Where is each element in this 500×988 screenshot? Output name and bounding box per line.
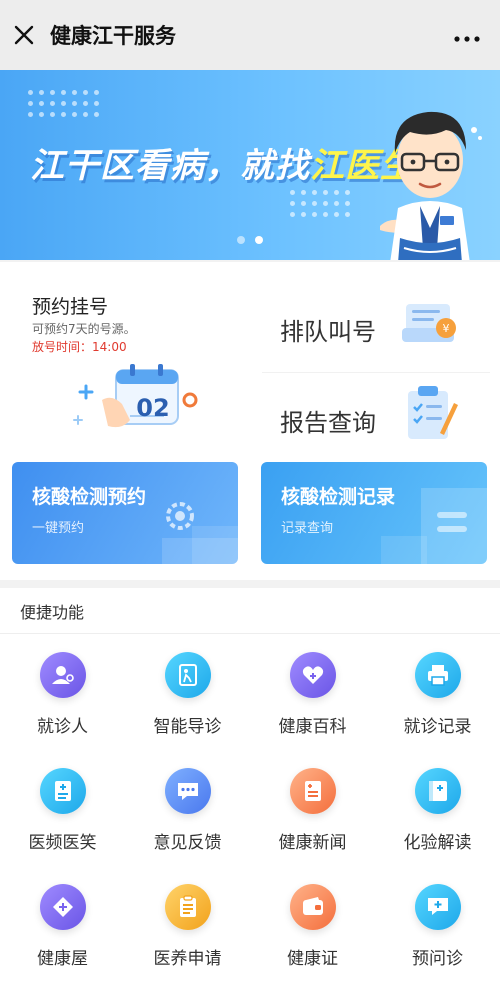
- report-query-card[interactable]: 报告查询: [262, 372, 490, 456]
- registration-title: 预约挂号: [32, 296, 109, 318]
- doctor-mascot-illustration: [380, 111, 482, 260]
- printer-icon: [414, 652, 461, 698]
- calendar-number: 02: [136, 394, 170, 422]
- quick-item-label: 预问诊: [412, 949, 463, 969]
- banner-dots-decoration: [28, 90, 99, 117]
- banner-slogan-text: 江干区看病，就找: [30, 146, 310, 186]
- quick-item-label: 意见反馈: [153, 833, 222, 853]
- quick-item-visit-records[interactable]: 就诊记录: [375, 634, 500, 750]
- queue-label: 排队叫号: [280, 318, 376, 346]
- quick-item-smart-guide[interactable]: 智能导诊: [125, 634, 250, 750]
- document-icon: [39, 768, 86, 814]
- quick-item-label: 就诊记录: [403, 717, 472, 737]
- wallet-icon: [289, 884, 336, 930]
- quick-item-label: 健康新闻: [278, 833, 347, 853]
- pager-dot[interactable]: [237, 236, 245, 244]
- banner-carousel[interactable]: 江干区看病，就找江医生: [0, 70, 500, 260]
- quick-item-label: 智能导诊: [153, 717, 222, 737]
- news-icon: [289, 768, 336, 814]
- test-book-icon: [414, 768, 461, 814]
- consult-icon: [414, 884, 461, 930]
- banner-slogan: 江干区看病，就找江医生: [30, 138, 415, 187]
- more-icon[interactable]: [454, 24, 480, 44]
- covid-test-record-card[interactable]: 核酸检测记录 记录查询: [261, 462, 487, 564]
- quick-item-lab-interpretation[interactable]: 化验解读: [375, 750, 500, 866]
- banner-dots-decoration: [290, 190, 350, 217]
- pager-dot-active[interactable]: [255, 236, 263, 244]
- quick-functions-title: 便捷功能: [0, 588, 500, 634]
- page-title: 健康江干服务: [50, 24, 176, 48]
- quick-functions-panel: 便捷功能 就诊人 智能导诊 健康百科 就诊记录 医频医笑 意见反馈 健康新闻 化…: [0, 588, 500, 988]
- appointment-registration-card[interactable]: 预约挂号 可预约7天的号源。 放号时间：14:00 02: [12, 282, 252, 452]
- quick-item-label: 化验解读: [403, 833, 472, 853]
- covid-record-title: 核酸检测记录: [281, 486, 396, 508]
- quick-item-label: 就诊人: [37, 717, 88, 737]
- registration-subtitle: 可预约7天的号源。: [32, 322, 136, 336]
- heart-icon: [289, 652, 336, 698]
- svg-text:¥: ¥: [443, 322, 450, 335]
- queue-calling-card[interactable]: 排队叫号 ¥: [262, 282, 490, 366]
- quick-functions-grid: 就诊人 智能导诊 健康百科 就诊记录 医频医笑 意见反馈 健康新闻 化验解读 健…: [0, 634, 500, 982]
- carousel-pager[interactable]: [237, 236, 263, 244]
- ticket-icon: ¥: [402, 304, 456, 342]
- record-chart-icon: [381, 488, 487, 564]
- quick-item-label: 医养申请: [153, 949, 222, 969]
- close-icon[interactable]: [0, 0, 48, 70]
- house-icon: [39, 884, 86, 930]
- covid-test-booking-card[interactable]: 核酸检测预约 一键预约: [12, 462, 238, 564]
- quick-item-health-news[interactable]: 健康新闻: [250, 750, 375, 866]
- quick-item-pre-consultation[interactable]: 预问诊: [375, 866, 500, 982]
- covid-booking-subtitle: 一键预约: [32, 521, 85, 536]
- quick-item-care-application[interactable]: 医养申请: [125, 866, 250, 982]
- quick-item-health-wiki[interactable]: 健康百科: [250, 634, 375, 750]
- report-label: 报告查询: [280, 409, 376, 437]
- chat-icon: [164, 768, 211, 814]
- clipboard-report-icon: [408, 386, 458, 439]
- top-bar: 健康江干服务: [0, 0, 500, 70]
- quick-item-label: 健康证: [287, 949, 338, 969]
- quick-item-medical-video[interactable]: 医频医笑: [0, 750, 125, 866]
- clipboard-icon: [164, 884, 211, 930]
- quick-item-label: 健康屋: [37, 949, 88, 969]
- quick-item-label: 医频医笑: [28, 833, 97, 853]
- person-icon: [39, 652, 86, 698]
- quick-item-health-house[interactable]: 健康屋: [0, 866, 125, 982]
- guide-icon: [164, 652, 211, 698]
- services-panel: 预约挂号 可预约7天的号源。 放号时间：14:00 02 排队叫号 ¥ 报告查询: [0, 262, 500, 580]
- registration-release-time: 放号时间：14:00: [32, 340, 127, 354]
- quick-item-health-certificate[interactable]: 健康证: [250, 866, 375, 982]
- covid-record-subtitle: 记录查询: [281, 521, 334, 536]
- quick-item-patient[interactable]: 就诊人: [0, 634, 125, 750]
- virus-gear-icon: [162, 502, 238, 564]
- quick-item-feedback[interactable]: 意见反馈: [125, 750, 250, 866]
- quick-item-label: 健康百科: [278, 717, 347, 737]
